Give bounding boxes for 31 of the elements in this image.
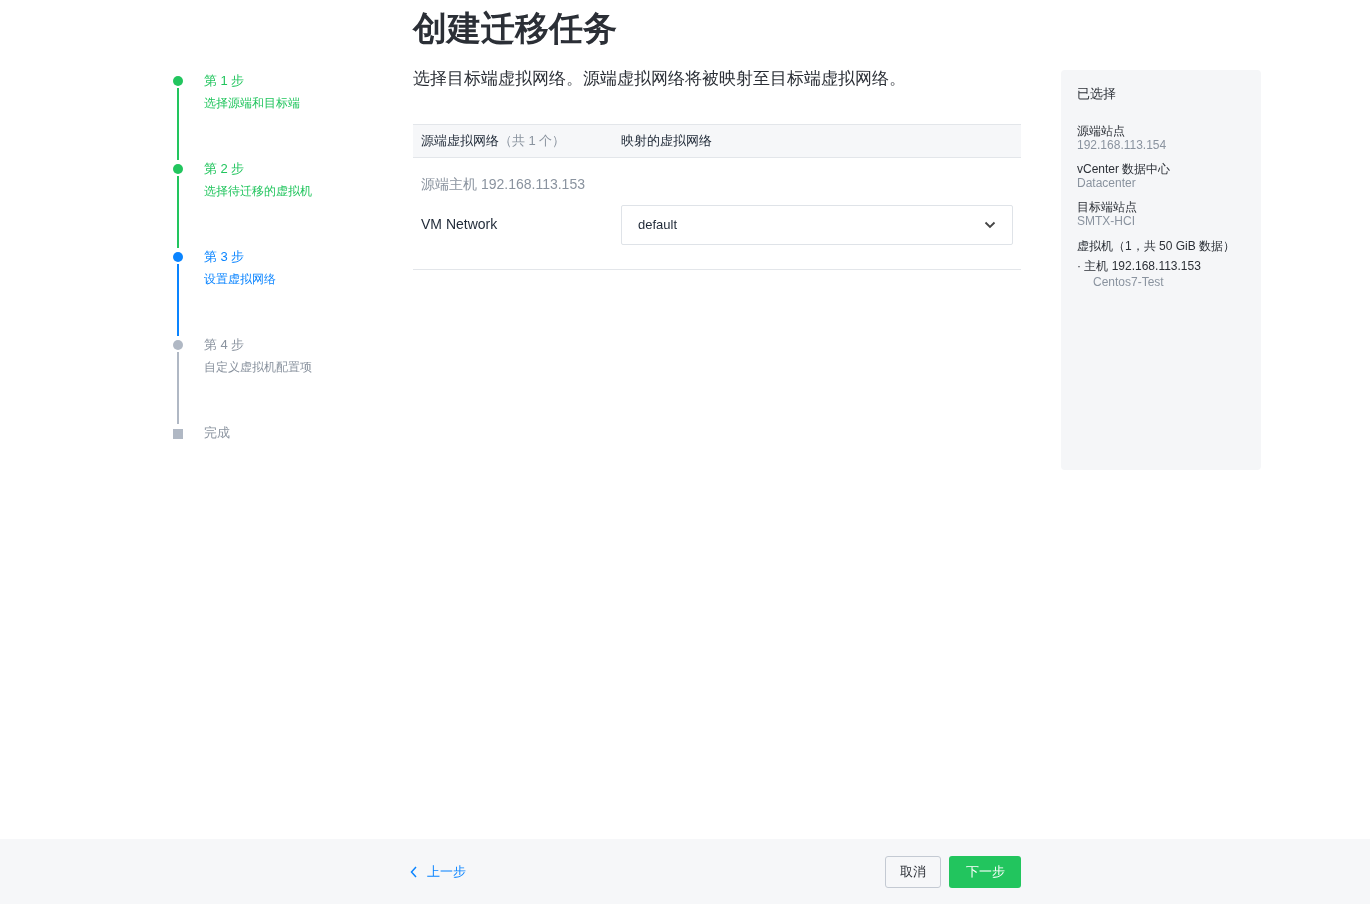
chevron-down-icon	[984, 220, 996, 229]
column-header: 源端虚拟网络（共 1 个）	[421, 132, 566, 148]
step-label: 完成	[204, 424, 230, 442]
step-description: 选择待迁移的虚拟机	[204, 183, 312, 199]
chevron-left-icon	[410, 865, 417, 878]
summary-label: 源端站点	[1077, 123, 1125, 138]
summary-value: Datacenter	[1077, 175, 1136, 190]
summary-label: 目标端站点	[1077, 199, 1137, 214]
step-description: 自定义虚拟机配置项	[204, 359, 312, 375]
step-label: 第 4 步	[204, 336, 246, 354]
step-description: 选择源端和目标端	[204, 95, 300, 111]
network-select[interactable]: default	[621, 204, 1013, 245]
step-label: 第 3 步	[204, 248, 246, 266]
host-name: · 主机 192.168.113.153	[1077, 257, 1201, 274]
summary-title: 已选择	[1077, 85, 1116, 103]
step-square-icon	[173, 429, 183, 439]
step-description: 设置虚拟网络	[204, 271, 276, 287]
summary-value: SMTX-HCI	[1077, 213, 1135, 228]
summary-label: vCenter 数据中心	[1077, 161, 1171, 176]
column-header: 映射的虚拟网络	[621, 131, 712, 150]
summary-value: 192.168.113.154	[1077, 137, 1167, 152]
vm-name: Centos7-Test	[1092, 273, 1164, 290]
cancel-button[interactable]: 取消	[885, 855, 941, 888]
step-label: 第 1 步	[204, 72, 246, 90]
instruction-text: 选择目标端虚拟网络。源端虚拟网络将被映射至目标端虚拟网络。	[413, 68, 906, 90]
network-name: VM Network	[421, 215, 499, 234]
summary-label: 虚拟机（1，共 50 GiB 数据）	[1077, 237, 1236, 254]
host-heading: 源端主机 192.168.113.153	[420, 174, 585, 194]
back-link[interactable]: 上一步	[410, 861, 466, 882]
page-title: 创建迁移任务	[413, 8, 617, 48]
step-label: 第 2 步	[204, 160, 246, 178]
